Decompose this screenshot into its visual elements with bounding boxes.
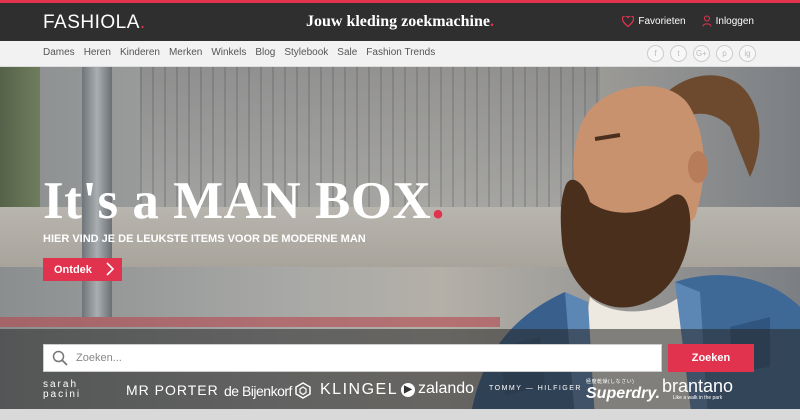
- main-nav: Dames Heren Kinderen Merken Winkels Blog…: [0, 41, 800, 67]
- brand-sarah-pacini[interactable]: sarah pacini: [43, 380, 81, 400]
- brand-superdry[interactable]: 極度乾燥(しなさい) Superdry.: [586, 378, 660, 403]
- nav-item-dames[interactable]: Dames: [43, 47, 75, 58]
- account-actions: Favorieten Inloggen: [622, 15, 754, 27]
- facebook-icon[interactable]: f: [647, 45, 664, 62]
- nav-item-sale[interactable]: Sale: [337, 47, 357, 58]
- favorites-label: Favorieten: [638, 15, 686, 27]
- brand-zalando[interactable]: ▶ zalando: [401, 380, 474, 398]
- search-overlay: [0, 329, 800, 420]
- search-bar: [43, 344, 662, 372]
- google-plus-icon[interactable]: G+: [693, 45, 710, 62]
- login-link[interactable]: Inloggen: [702, 15, 754, 27]
- hero-subline: HIER VIND JE DE LEUKSTE ITEMS VOOR DE MO…: [43, 233, 366, 245]
- zalando-play-icon: ▶: [401, 383, 415, 397]
- bijenkorf-hexagon-icon: [295, 382, 311, 399]
- chevron-right-icon: [106, 262, 114, 276]
- top-header: FASHIOLA. Jouw kleding zoekmachine. Favo…: [0, 0, 800, 41]
- brand-de-bijenkorf[interactable]: de Bijenkorf: [224, 382, 311, 399]
- nav-item-winkels[interactable]: Winkels: [211, 47, 246, 58]
- twitter-icon[interactable]: t: [670, 45, 687, 62]
- nav-item-blog[interactable]: Blog: [255, 47, 275, 58]
- pinterest-icon[interactable]: p: [716, 45, 733, 62]
- instagram-icon[interactable]: ig: [739, 45, 756, 62]
- nav-item-merken[interactable]: Merken: [169, 47, 202, 58]
- background-tree: [0, 67, 40, 207]
- ontdek-button[interactable]: Ontdek: [43, 258, 122, 281]
- brand-mr-porter[interactable]: MR PORTER: [126, 382, 219, 398]
- search-button[interactable]: Zoeken: [668, 344, 754, 372]
- favorites-link[interactable]: Favorieten: [622, 15, 686, 27]
- brand-klingel[interactable]: KLINGEL: [320, 381, 398, 399]
- social-links: f t G+ p ig: [641, 45, 756, 62]
- search-icon: [52, 350, 68, 366]
- ontdek-label: Ontdek: [54, 263, 92, 276]
- search-input[interactable]: [76, 352, 616, 364]
- login-label: Inloggen: [715, 15, 754, 27]
- user-icon: [702, 15, 712, 27]
- nav-item-kinderen[interactable]: Kinderen: [120, 47, 160, 58]
- nav-item-stylebook[interactable]: Stylebook: [284, 47, 328, 58]
- brand-tommy-hilfiger[interactable]: TOMMY — HILFIGER: [489, 385, 582, 392]
- brand-logos: sarah pacini MR PORTER de Bijenkorf KLING…: [43, 376, 755, 406]
- nav-item-heren[interactable]: Heren: [84, 47, 111, 58]
- nav-item-fashion-trends[interactable]: Fashion Trends: [366, 47, 435, 58]
- background-stripe: [0, 317, 500, 327]
- brand-brantano[interactable]: brantano Like a walk in the park: [662, 376, 733, 401]
- page-bottom: [0, 409, 800, 420]
- nav-menu: Dames Heren Kinderen Merken Winkels Blog…: [43, 47, 444, 58]
- hero-headline: It's a MAN BOX.: [43, 172, 446, 230]
- heart-icon: [622, 15, 635, 27]
